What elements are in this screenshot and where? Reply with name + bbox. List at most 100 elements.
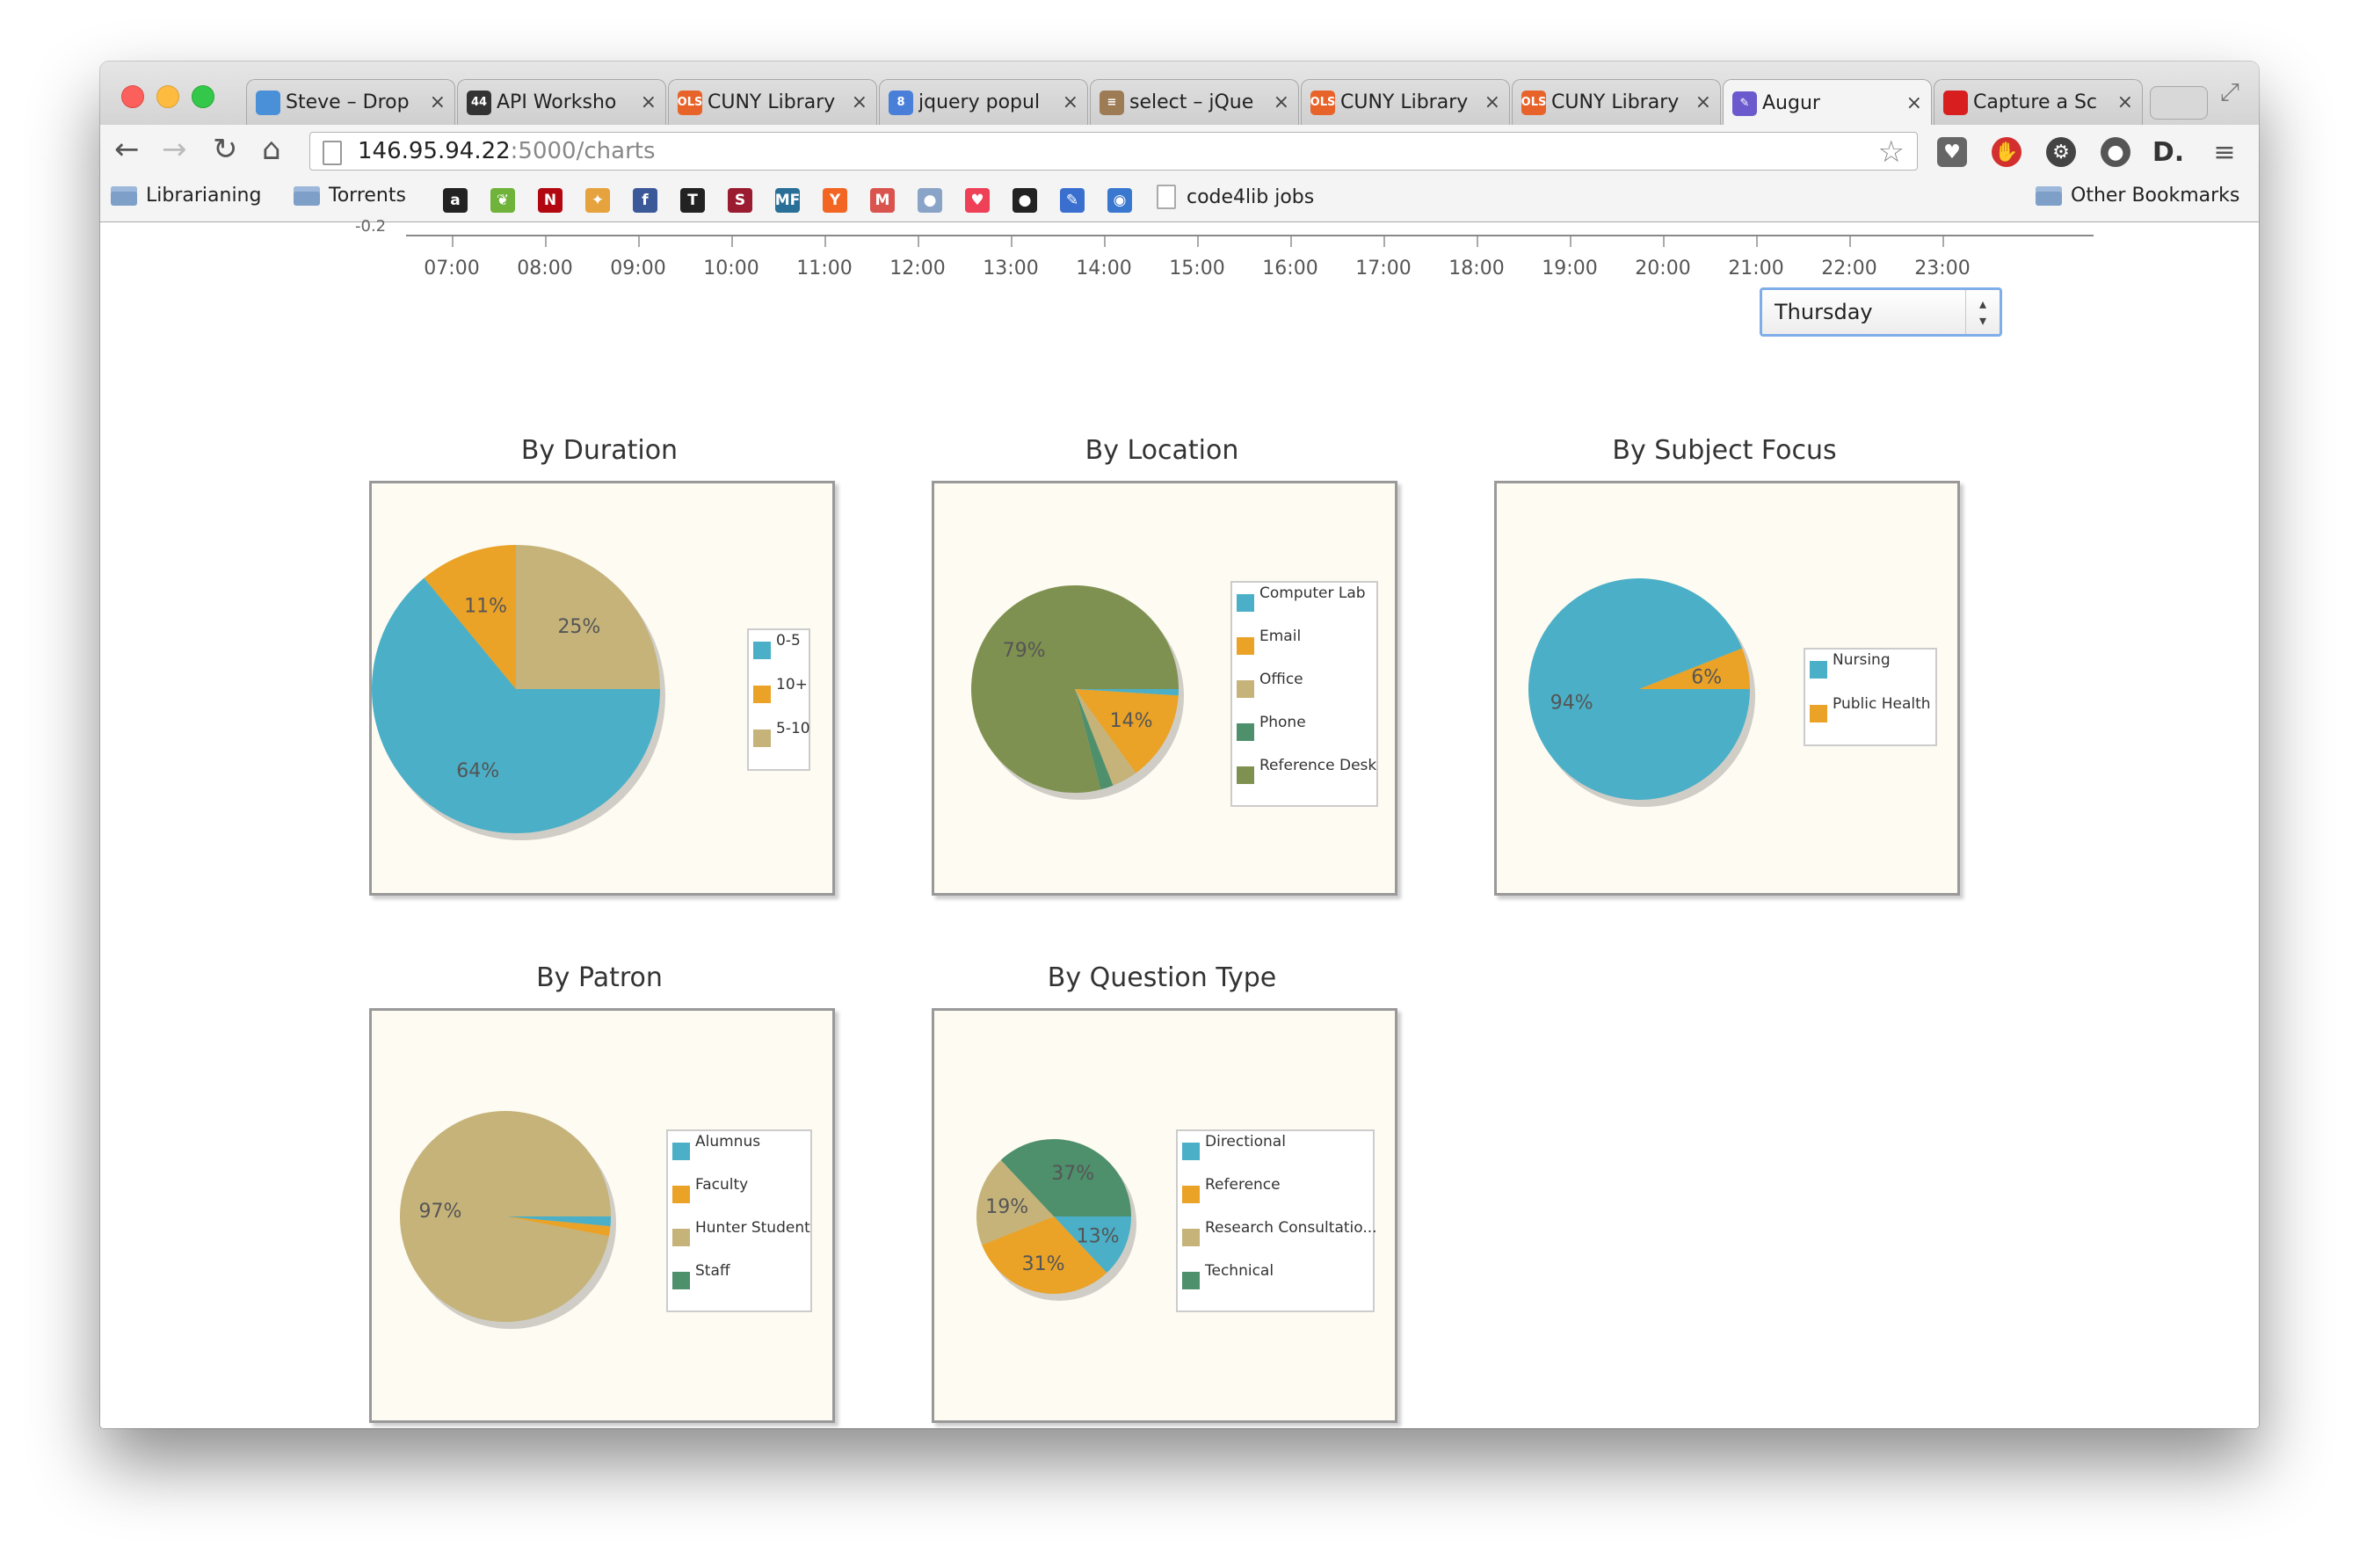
- forward-arrow-icon[interactable]: →: [162, 132, 187, 167]
- facebook-icon[interactable]: f: [633, 188, 657, 213]
- back-arrow-icon[interactable]: ←: [114, 132, 140, 167]
- reddit-icon[interactable]: ●: [918, 188, 942, 213]
- tab-7[interactable]: OLS CUNY Library ×: [1512, 79, 1721, 125]
- x-tick-label: 11:00: [796, 258, 853, 279]
- day-select[interactable]: Thursday ▴ ▾: [1760, 287, 2002, 337]
- nytimes-icon[interactable]: T: [680, 188, 705, 213]
- wand-icon[interactable]: ✎: [1060, 188, 1085, 213]
- legend-label: 5-10: [776, 720, 810, 737]
- pie-chart: 14% 79% Computer Lab Email Office Phone Refere…: [971, 581, 1378, 807]
- pie-slice-percent-label: 31%: [1022, 1253, 1065, 1275]
- tab-close-icon[interactable]: ×: [641, 91, 657, 113]
- ols-icon: OLS: [1521, 90, 1546, 115]
- bookmark-folder-torrents[interactable]: Torrents: [294, 185, 406, 207]
- x-tick: [1290, 236, 1292, 247]
- bookmark-folder-librarianing[interactable]: Librarianing: [111, 185, 261, 207]
- close-window-button[interactable]: [121, 85, 144, 108]
- x-tick-label: 18:00: [1448, 258, 1505, 279]
- address-bar[interactable]: 146.95.94.22:5000/charts ☆: [309, 132, 1918, 171]
- x-tick-label: 07:00: [424, 258, 480, 279]
- rss-icon[interactable]: ◉: [1107, 188, 1132, 213]
- zoom-window-button[interactable]: [192, 85, 214, 108]
- home-icon[interactable]: ⌂: [262, 132, 281, 167]
- pie-chart-panel: 94% 6% Nursing Public Health: [1494, 481, 1960, 896]
- settings-extension-icon[interactable]: ⚙: [2046, 137, 2076, 167]
- legend-swatch: [1182, 1143, 1200, 1160]
- soccer-extension-icon[interactable]: ●: [2101, 137, 2130, 167]
- select-arrows-icon: ▴ ▾: [1965, 290, 2000, 334]
- fullscreen-icon[interactable]: ⤢: [2220, 77, 2239, 107]
- dropbox-icon: [256, 90, 280, 115]
- tab-5[interactable]: ≡ select – jQue ×: [1090, 79, 1299, 125]
- x-tick: [731, 236, 733, 247]
- menu-icon[interactable]: ≡: [2210, 137, 2239, 168]
- tab-1[interactable]: Steve – Drop ×: [246, 79, 455, 125]
- mf-icon[interactable]: MF: [775, 188, 800, 213]
- reload-icon[interactable]: ↻: [213, 132, 238, 167]
- tab-close-icon[interactable]: ×: [1274, 91, 1289, 113]
- x-tick: [1104, 236, 1106, 247]
- pocket-extension-icon[interactable]: ♥: [1937, 137, 1967, 167]
- tab-4[interactable]: 8 jquery popul ×: [879, 79, 1088, 125]
- bookmark-star-icon[interactable]: ☆: [1878, 134, 1905, 170]
- tab-6[interactable]: OLS CUNY Library ×: [1301, 79, 1510, 125]
- x-tick: [638, 236, 640, 247]
- folder-icon: [2036, 185, 2062, 206]
- tab-close-icon[interactable]: ×: [1906, 92, 1922, 114]
- adblock-extension-icon[interactable]: ✋: [1992, 137, 2021, 167]
- legend-swatch: [1237, 594, 1254, 612]
- legend-label: Alumnus: [695, 1133, 760, 1151]
- tab-3[interactable]: OLS CUNY Library ×: [668, 79, 877, 125]
- chart-title: By Subject Focus: [1612, 435, 1837, 466]
- pie-slice-percent-label: 97%: [418, 1201, 461, 1223]
- tab-close-icon[interactable]: ×: [430, 91, 446, 113]
- netflix-icon[interactable]: N: [538, 188, 563, 213]
- pie-slice-percent-label: 25%: [557, 616, 600, 638]
- new-tab-button[interactable]: [2150, 86, 2208, 120]
- x-tick-label: 13:00: [983, 258, 1039, 279]
- slate-icon[interactable]: S: [728, 188, 752, 213]
- pie-slice-percent-label: 11%: [464, 595, 507, 617]
- pie-chart-panel: 13% 31% 19% 37% Directional Reference Research…: [932, 1008, 1397, 1423]
- x-tick: [1756, 236, 1758, 247]
- puzzle-icon[interactable]: ✦: [585, 188, 610, 213]
- folder-icon: [111, 185, 137, 206]
- tab-label: select – jQue: [1129, 91, 1254, 113]
- chart-title: By Question Type: [1047, 962, 1277, 993]
- tab-label: API Worksho: [497, 91, 617, 113]
- tab-close-icon[interactable]: ×: [1484, 91, 1500, 113]
- tab-8[interactable]: ✎ Augur ×: [1723, 79, 1932, 127]
- tab-close-icon[interactable]: ×: [1695, 91, 1711, 113]
- page-icon: [323, 141, 342, 165]
- github-icon[interactable]: ●: [1013, 188, 1037, 213]
- pie-slice-percent-label: 13%: [1077, 1226, 1120, 1248]
- tab-close-icon[interactable]: ×: [2117, 91, 2133, 113]
- legend-swatch: [1182, 1186, 1200, 1203]
- x-tick: [545, 236, 547, 247]
- minimize-window-button[interactable]: [156, 85, 179, 108]
- legend-swatch: [1237, 723, 1254, 741]
- amazon-icon[interactable]: a: [443, 188, 468, 213]
- d-extension-icon[interactable]: D.: [2152, 137, 2184, 168]
- tab-label: Steve – Drop: [286, 91, 410, 113]
- bookmark-folder-other[interactable]: Other Bookmarks: [2036, 185, 2239, 207]
- gmail-icon[interactable]: M: [870, 188, 895, 213]
- legend-label: Computer Lab: [1259, 584, 1366, 602]
- ols-icon: OLS: [1310, 90, 1335, 115]
- pie-chart-panel: 64% 11% 25% 0-5 10+ 5-10: [369, 481, 835, 896]
- tab-close-icon[interactable]: ×: [1063, 91, 1078, 113]
- legend-label: 10+: [776, 676, 808, 693]
- x-tick-label: 12:00: [889, 258, 946, 279]
- ycombinator-icon[interactable]: Y: [823, 188, 847, 213]
- pie-chart-panel: 14% 79% Computer Lab Email Office Phone Refere…: [932, 481, 1397, 896]
- tab-close-icon[interactable]: ×: [852, 91, 867, 113]
- leaf-icon[interactable]: ❦: [490, 188, 515, 213]
- page-content: -0.2 07:00 08:00 09:00 10:00 11:00 12:00 13:00…: [100, 217, 2259, 1428]
- tab-label: Augur: [1762, 92, 1820, 114]
- pocket-icon[interactable]: ♥: [965, 188, 990, 213]
- bookmark-code4lib-jobs[interactable]: code4lib jobs: [1157, 185, 1314, 209]
- legend-swatch: [1237, 637, 1254, 655]
- tab-2[interactable]: 44 API Worksho ×: [457, 79, 666, 125]
- pie-chart: 94% 6% Nursing Public Health: [1528, 578, 1937, 807]
- tab-9[interactable]: Capture a Sc ×: [1934, 79, 2143, 125]
